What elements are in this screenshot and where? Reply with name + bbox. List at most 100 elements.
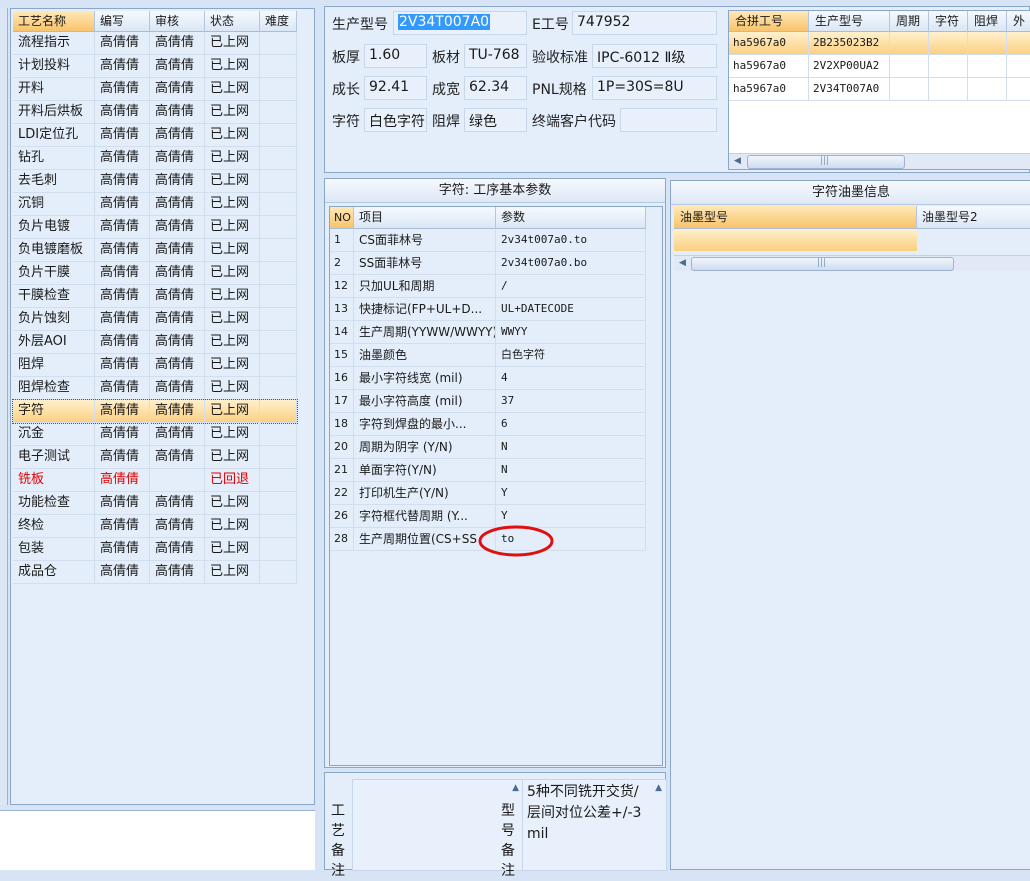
thickness-input[interactable]: 1.60 [364,44,427,68]
process-cell-reviewer: 高倩倩 [150,124,205,147]
params-row[interactable]: 12 只加UL和周期 / [330,275,646,298]
process-cell-writer: 高倩倩 [95,239,150,262]
ejob-input[interactable]: 747952 [572,11,717,35]
process-row[interactable]: 开料后烘板 高倩倩 高倩倩 已上网 [13,101,297,124]
ink-title: 字符油墨信息 [671,181,1030,205]
params-row[interactable]: 2 SS面菲林号 2v34t007a0.bo [330,252,646,275]
combine-row[interactable]: ha5967a0 2V34T007A0 [729,78,1030,101]
combine-col-3[interactable]: 字符 [929,11,968,32]
process-row[interactable]: 铣板 高倩倩 已回退 [13,469,297,492]
params-panel: 字符: 工序基本参数 NO 项目 参数 1 CS面菲林号 2v34t007a0.to 2 S… [324,178,666,768]
process-row[interactable]: 字符 高倩倩 高倩倩 已上网 [12,399,298,424]
params-row[interactable]: 21 单面字符(Y/N) N [330,459,646,482]
process-row[interactable]: 干膜检查 高倩倩 高倩倩 已上网 [13,285,297,308]
combine-cell-model: 2V34T007A0 [809,78,890,101]
ink-scroll-left-arrow-icon[interactable]: ◀ [679,258,686,268]
char-input[interactable]: 白色字符 [364,108,427,132]
customer-code-input[interactable] [620,108,717,132]
process-row[interactable]: 去毛刺 高倩倩 高倩倩 已上网 [13,170,297,193]
process-cell-name: 外层AOI [13,331,95,354]
process-row[interactable]: 钻孔 高倩倩 高倩倩 已上网 [13,147,297,170]
process-cell-name: 包装 [13,538,95,561]
ink-col-model2[interactable]: 油墨型号2 [917,206,1030,229]
process-row[interactable]: 负片干膜 高倩倩 高倩倩 已上网 [13,262,297,285]
process-cell-status: 已上网 [205,423,260,446]
combine-col-1[interactable]: 生产型号 [809,11,890,32]
combine-col-2[interactable]: 周期 [890,11,929,32]
ink-hscroll[interactable]: ◀ ||| [674,255,1030,271]
process-col-4[interactable]: 难度 [260,11,297,32]
combine-header: 合拼工号 生产型号 周期 字符 阻焊外 [729,11,1030,32]
process-row[interactable]: 包装 高倩倩 高倩倩 已上网 [13,538,297,561]
process-row[interactable]: 电子测试 高倩倩 高倩倩 已上网 [13,446,297,469]
process-cell-reviewer: 高倩倩 [150,78,205,101]
process-col-1[interactable]: 编写 [95,11,150,32]
params-col-1[interactable]: 项目 [354,207,496,229]
combine-col-0[interactable]: 合拼工号 [729,11,809,32]
process-cell-writer: 高倩倩 [95,285,150,308]
process-row[interactable]: 沉金 高倩倩 高倩倩 已上网 [13,423,297,446]
process-row[interactable]: 终检 高倩倩 高倩倩 已上网 [13,515,297,538]
process-row[interactable]: 功能检查 高倩倩 高倩倩 已上网 [13,492,297,515]
process-row[interactable]: 计划投料 高倩倩 高倩倩 已上网 [13,55,297,78]
width-input[interactable]: 62.34 [464,76,527,100]
params-row[interactable]: 15 油墨颜色 白色字符 [330,344,646,367]
params-row[interactable]: 13 快捷标记(FP+UL+D... UL+DATECODE [330,298,646,321]
process-cell-name: 干膜检查 [13,285,95,308]
combine-hscroll[interactable]: ◀ ||| [729,153,1030,169]
process-row[interactable]: 阻焊 高倩倩 高倩倩 已上网 [13,354,297,377]
material-input[interactable]: TU-768 [464,44,527,68]
combine-cell-blank [1007,32,1030,55]
params-col-2[interactable]: 参数 [496,207,646,229]
process-row[interactable]: 沉铜 高倩倩 高倩倩 已上网 [13,193,297,216]
process-col-3[interactable]: 状态 [205,11,260,32]
process-row[interactable]: 负电镀磨板 高倩倩 高倩倩 已上网 [13,239,297,262]
process-row[interactable]: 成品仓 高倩倩 高倩倩 已上网 [13,561,297,584]
remark-scroll-up-icon[interactable]: ▲ [512,783,519,793]
ink-empty-row[interactable] [674,229,917,251]
acceptance-input[interactable]: IPC-6012 Ⅱ级 [592,44,717,68]
combine-cell-blank [890,78,929,101]
process-row[interactable]: 负片电镀 高倩倩 高倩倩 已上网 [13,216,297,239]
model-input[interactable]: 2V34T007A0 [393,11,527,35]
combine-row[interactable]: ha5967a0 2V2XP00UA2 [729,55,1030,78]
process-row[interactable]: 阻焊检查 高倩倩 高倩倩 已上网 [13,377,297,400]
process-remark-input[interactable]: ▲ [352,779,524,871]
process-row[interactable]: 流程指示 高倩倩 高倩倩 已上网 [13,32,297,55]
length-input[interactable]: 92.41 [364,76,427,100]
combine-cell-model: 2B235023B2 [809,32,890,55]
process-row[interactable]: 开料 高倩倩 高倩倩 已上网 [13,78,297,101]
process-col-0[interactable]: 工艺名称 [13,11,95,32]
material-label: 板材 [432,50,460,66]
blank-area [0,810,315,870]
process-row[interactable]: 外层AOI 高倩倩 高倩倩 已上网 [13,331,297,354]
mask-input[interactable]: 绿色 [464,108,527,132]
process-cell-difficulty [260,308,297,331]
params-col-0[interactable]: NO [330,207,354,229]
model-remark-scroll-up-icon[interactable]: ▲ [655,783,662,793]
combine-row[interactable]: ha5967a0 2B235023B2 [729,32,1030,55]
params-row[interactable]: 17 最小字符高度 (mil) 37 [330,390,646,413]
process-list-panel: 工艺名称 编写 审核 状态 难度 流程指示 高倩倩 高倩倩 已上网 计划投料 高倩倩 高倩倩 已上网开… [10,8,315,805]
params-row[interactable]: 16 最小字符线宽 (mil) 4 [330,367,646,390]
params-row[interactable]: 1 CS面菲林号 2v34t007a0.to [330,229,646,252]
model-remark-label: 型号备注 [501,803,515,879]
process-row[interactable]: LDI定位孔 高倩倩 高倩倩 已上网 [13,124,297,147]
params-row[interactable]: 20 周期为阴字 (Y/N) N [330,436,646,459]
params-row[interactable]: 18 字符到焊盘的最小... 6 [330,413,646,436]
combine-cell-job: ha5967a0 [729,32,809,55]
params-row[interactable]: 22 打印机生产(Y/N) Y [330,482,646,505]
scroll-left-arrow-icon[interactable]: ◀ [734,156,741,166]
combine-col-5[interactable]: 外 [1007,11,1030,32]
process-remark-label: 工艺备注 [331,803,345,879]
process-row[interactable]: 负片蚀刻 高倩倩 高倩倩 已上网 [13,308,297,331]
pnl-input[interactable]: 1P=30S=8U [592,76,717,100]
process-cell-reviewer: 高倩倩 [150,239,205,262]
ink-scroll-thumb[interactable]: ||| [691,257,954,271]
model-remark-input[interactable]: 5种不同铣开交货/层间对位公差+/-3mil ▲ [522,779,667,871]
combine-scroll-thumb[interactable]: ||| [747,155,905,169]
params-row[interactable]: 14 生产周期(YYWW/WWYY) WWYY [330,321,646,344]
ink-col-model[interactable]: 油墨型号 [674,206,917,229]
combine-col-4[interactable]: 阻焊 [968,11,1007,32]
process-col-2[interactable]: 审核 [150,11,205,32]
